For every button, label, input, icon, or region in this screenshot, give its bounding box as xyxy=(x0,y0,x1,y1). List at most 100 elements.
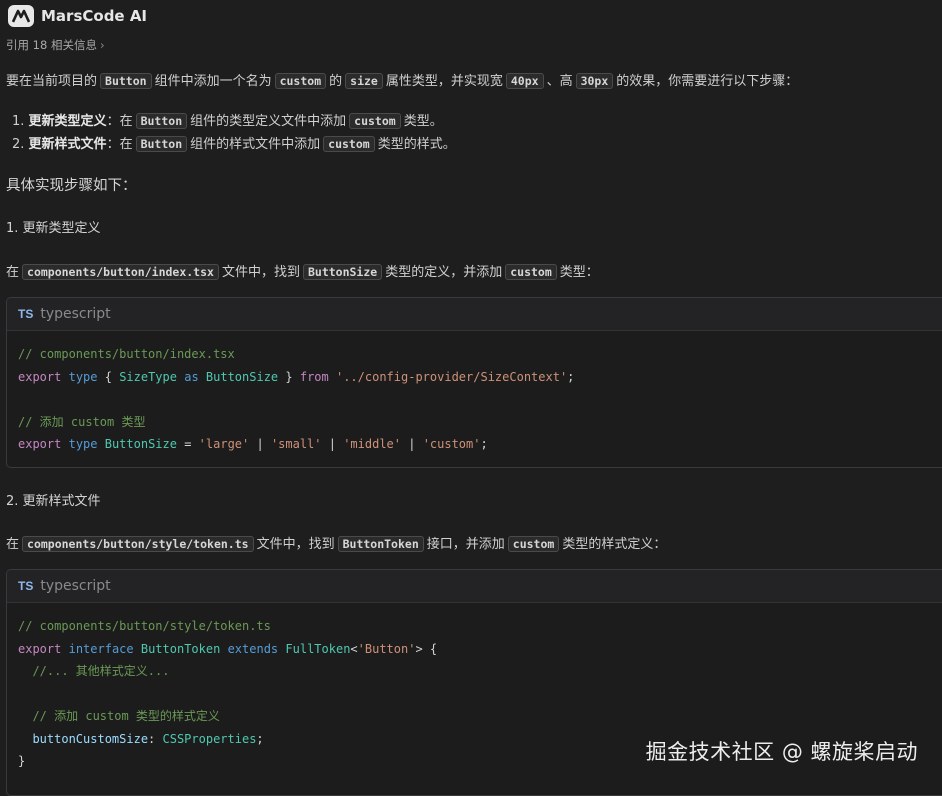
code-punct: = xyxy=(176,437,199,451)
code-punct: ; xyxy=(256,731,264,746)
code-comment: // components/button/style/token.ts xyxy=(18,619,271,633)
code-string: 'small' xyxy=(270,437,322,451)
text: 组件的样式文件中添加 xyxy=(190,137,321,152)
text: 在 xyxy=(6,537,20,552)
code-punct: ; xyxy=(567,369,575,384)
text: 的效果，你需要进行以下步骤： xyxy=(616,74,799,89)
text: 组件的类型定义文件中添加 xyxy=(190,114,347,129)
code-punct: | xyxy=(249,437,271,451)
text: ：在 xyxy=(106,137,133,152)
code-punct: { xyxy=(104,369,120,384)
inline-code: Button xyxy=(100,73,152,89)
section-heading: 1. 更新类型定义 xyxy=(6,221,101,236)
inline-code: size xyxy=(345,73,383,89)
section-paragraph: 在 components/button/style/token.ts 文件中，找到 B… xyxy=(6,533,666,552)
code-keyword: export xyxy=(18,369,62,384)
code-keyword: type xyxy=(68,369,98,384)
code-language: typescript xyxy=(40,578,111,594)
list-number: 1. xyxy=(12,114,25,129)
inline-code: ButtonSize xyxy=(302,264,383,280)
references-label: 引用 18 相关信息 xyxy=(6,38,97,52)
section-title: 具体实现步骤如下： xyxy=(6,178,137,194)
watermark-text: 掘金技术社区 @ 螺旋桨启动 xyxy=(645,740,918,764)
code-content: // components/button/index.tsx export ty… xyxy=(7,331,942,456)
brand-name: MarsCode AI xyxy=(41,7,148,25)
code-type: SizeType xyxy=(119,369,177,384)
step-title: 更新类型定义 xyxy=(28,114,107,129)
code-keyword: from xyxy=(299,369,329,384)
text: 类型的样式。 xyxy=(377,137,456,152)
code-type: ButtonSize xyxy=(104,437,177,451)
code-punct: : xyxy=(148,731,163,746)
inline-code: custom xyxy=(349,113,401,129)
step-item: 1. 更新类型定义：在 Button 组件的类型定义文件中添加 custom 类型。 xyxy=(12,110,443,129)
code-keyword: export xyxy=(18,437,62,451)
text: 接口，并添加 xyxy=(426,537,505,552)
text: 类型。 xyxy=(403,114,443,129)
chat-header: MarsCode AI xyxy=(8,4,147,28)
inline-code: Button xyxy=(135,113,188,129)
code-keyword: as xyxy=(184,369,199,384)
list-number: 2. xyxy=(12,137,25,152)
chevron-right-icon: › xyxy=(99,38,105,52)
code-punct: | xyxy=(401,437,423,451)
code-comment: // 添加 custom 类型 xyxy=(18,414,146,429)
text: 组件中添加一个名为 xyxy=(154,74,272,89)
code-keyword: extends xyxy=(227,641,279,656)
inline-code: 40px xyxy=(505,73,544,89)
typescript-icon: TS xyxy=(18,579,34,593)
inline-code: Button xyxy=(135,136,188,152)
code-language: typescript xyxy=(40,306,111,322)
text: ：在 xyxy=(106,114,133,129)
code-block-header: TS typescript xyxy=(7,570,942,603)
code-keyword: interface xyxy=(68,641,134,656)
text: 类型： xyxy=(559,265,599,280)
code-comment: //... 其他样式定义... xyxy=(18,664,170,678)
inline-code: 30px xyxy=(575,73,614,89)
inline-code: custom xyxy=(274,73,327,89)
text: 文件中，找到 xyxy=(221,265,300,280)
text: 类型的定义，并添加 xyxy=(385,265,503,280)
inline-code: custom xyxy=(507,536,560,552)
code-string: '../config-provider/SizeContext' xyxy=(335,369,568,384)
section-heading: 2. 更新样式文件 xyxy=(6,494,101,509)
code-type: CSSProperties xyxy=(162,731,257,746)
code-type: ButtonSize xyxy=(205,369,279,384)
text: 属性类型，并实现宽 xyxy=(385,74,503,89)
code-comment: // 添加 custom 类型的样式定义 xyxy=(18,709,220,723)
text: 类型的样式定义： xyxy=(562,537,667,552)
code-punct: ; xyxy=(480,437,488,451)
code-punct: > { xyxy=(415,641,438,656)
marscode-logo-icon xyxy=(8,5,34,27)
code-type: ButtonToken xyxy=(140,641,221,656)
text: 的 xyxy=(329,74,343,89)
code-punct: | xyxy=(321,437,344,451)
inline-code: custom xyxy=(505,264,557,280)
code-string: 'middle' xyxy=(343,437,401,451)
text: 要在当前项目的 xyxy=(6,74,98,89)
intro-paragraph: 要在当前项目的 Button 组件中添加一个名为 custom 的 size 属性类型，并实… xyxy=(6,70,798,89)
code-property: buttonCustomSize xyxy=(32,731,149,746)
code-string: 'Button' xyxy=(357,641,416,656)
step-title: 更新样式文件 xyxy=(28,137,107,152)
code-block-header: TS typescript xyxy=(7,298,942,331)
code-punct: } xyxy=(278,369,293,384)
code-keyword: export xyxy=(18,641,62,656)
inline-code: components/button/index.tsx xyxy=(22,264,219,280)
inline-code: components/button/style/token.ts xyxy=(22,536,254,552)
references-link[interactable]: 引用 18 相关信息 › xyxy=(6,37,105,53)
code-keyword: type xyxy=(68,437,98,451)
text: 在 xyxy=(6,265,20,280)
typescript-icon: TS xyxy=(18,307,34,321)
section-paragraph: 在 components/button/index.tsx 文件中，找到 Button… xyxy=(6,261,599,280)
code-type: FullToken xyxy=(285,641,351,656)
code-string: 'large' xyxy=(198,437,250,451)
code-block[interactable]: TS typescript // components/button/index… xyxy=(6,297,942,468)
step-item: 2. 更新样式文件：在 Button 组件的样式文件中添加 custom 类型的样式。 xyxy=(12,133,456,152)
inline-code: custom xyxy=(323,136,375,152)
code-comment: // components/button/index.tsx xyxy=(18,347,235,361)
text: 、高 xyxy=(546,74,573,89)
code-punct: < xyxy=(350,641,358,656)
text: 文件中，找到 xyxy=(256,537,335,552)
code-string: 'custom' xyxy=(422,437,481,451)
